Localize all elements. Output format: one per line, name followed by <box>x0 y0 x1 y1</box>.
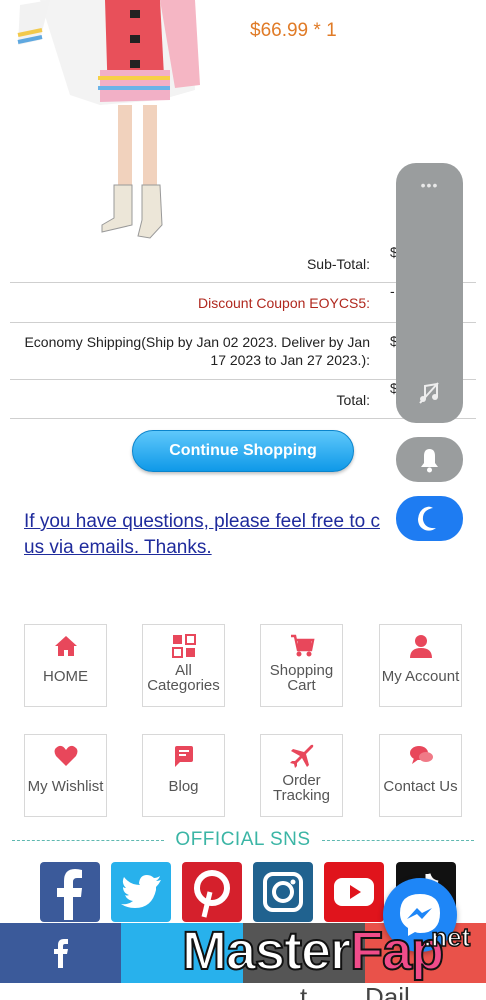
sns-divider-left <box>12 840 164 841</box>
watermark-net: .net <box>423 921 471 953</box>
watermark-master: Master <box>181 920 352 982</box>
product-price: $66.99 * 1 <box>250 20 337 41</box>
shipping-label: Economy Shipping(Ship by Jan 02 2023. De… <box>24 334 370 368</box>
instagram-icon[interactable] <box>253 862 313 922</box>
notification-bell-button[interactable] <box>396 437 463 482</box>
nav-all-categories-label-2: Categories <box>147 677 220 694</box>
nav-contact-us[interactable]: Contact Us <box>379 734 462 817</box>
blog-icon <box>143 743 224 773</box>
nav-my-account[interactable]: My Account <box>379 624 462 707</box>
page: $66.99 * 1 Sub-Total: $ Discount Coupon … <box>0 0 486 1000</box>
youtube-icon[interactable] <box>324 862 384 922</box>
facebook-icon[interactable] <box>40 862 100 922</box>
nav-order-tracking[interactable]: Order Tracking <box>260 734 343 817</box>
continue-shopping-button[interactable]: Continue Shopping <box>132 430 354 472</box>
watermark-logo: MasterFap <box>181 920 445 982</box>
pinterest-icon[interactable] <box>182 862 242 922</box>
nav-order-tracking-label-2: Tracking <box>273 787 330 804</box>
nav-home-label: HOME <box>43 668 88 685</box>
bell-icon <box>421 449 438 473</box>
nav-blog-label: Blog <box>168 778 199 795</box>
nav-blog[interactable]: Blog <box>142 734 225 817</box>
subtotal-label: Sub-Total: <box>306 256 370 272</box>
nav-my-account-label: My Account <box>381 668 460 685</box>
nav-my-wishlist[interactable]: My Wishlist <box>24 734 107 817</box>
sns-title: OFFICIAL SNS <box>175 829 311 850</box>
home-icon <box>25 633 106 663</box>
bottom-partial-text: t... ... Dail <box>300 982 410 1000</box>
airplane-icon <box>261 743 342 773</box>
categories-icon <box>143 633 224 663</box>
chat-bubbles-icon <box>380 743 461 773</box>
nav-all-categories[interactable]: All Categories <box>142 624 225 707</box>
discount-label: Discount Coupon EOYCS5: <box>198 295 370 311</box>
nav-home[interactable]: HOME <box>24 624 107 707</box>
discount-value: - <box>390 283 395 299</box>
music-off-icon[interactable] <box>417 381 441 405</box>
product-image[interactable] <box>10 0 210 245</box>
cart-icon <box>261 633 342 663</box>
sns-divider-right <box>322 840 474 841</box>
questions-link[interactable]: If you have questions, please feel free … <box>24 509 444 561</box>
heart-icon <box>25 743 106 773</box>
more-dots-icon[interactable]: ••• <box>396 177 463 193</box>
nav-shopping-cart-label-2: Cart <box>287 677 316 694</box>
questions-link-line2[interactable]: us via emails. Thanks. <box>24 537 212 558</box>
twitter-icon[interactable] <box>111 862 171 922</box>
bottom-strip <box>0 983 486 1000</box>
moon-icon <box>418 506 436 531</box>
nav-all-categories-label-1: All <box>175 662 192 679</box>
dark-mode-button[interactable] <box>396 496 463 541</box>
share-facebook-button[interactable] <box>0 923 121 983</box>
floating-tools-panel[interactable]: ••• <box>396 163 463 423</box>
user-icon <box>380 633 461 663</box>
nav-order-tracking-label-1: Order <box>282 772 321 789</box>
nav-shopping-cart[interactable]: Shopping Cart <box>260 624 343 707</box>
nav-my-wishlist-label: My Wishlist <box>27 778 104 795</box>
nav-contact-us-label: Contact Us <box>383 778 458 795</box>
total-label: Total: <box>336 392 370 408</box>
questions-link-line1[interactable]: If you have questions, please feel free … <box>24 511 380 532</box>
nav-shopping-cart-label-1: Shopping <box>269 662 334 679</box>
